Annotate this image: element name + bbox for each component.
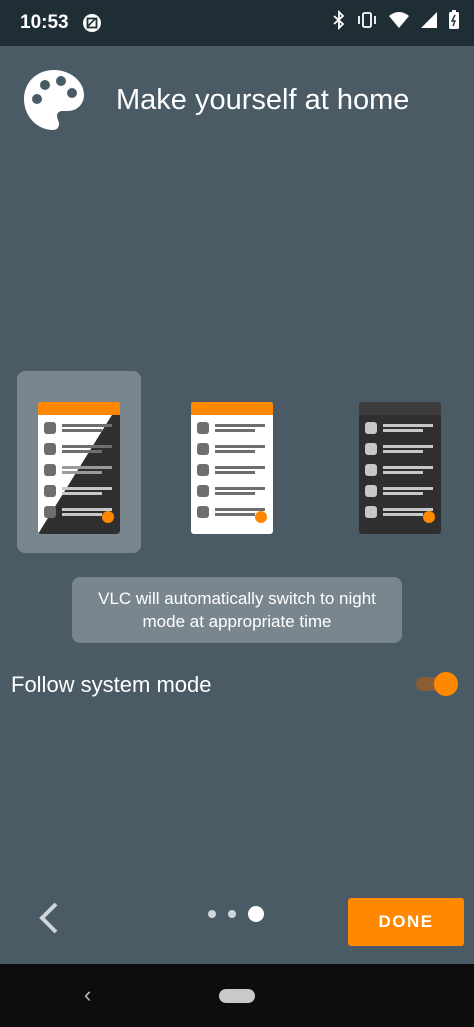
- night-mode-tooltip: VLC will automatically switch to night m…: [72, 577, 402, 643]
- status-bar: 10:53: [0, 0, 474, 46]
- follow-system-label: Follow system mode: [11, 672, 212, 697]
- done-button[interactable]: DONE: [348, 898, 464, 946]
- toggle-thumb: [434, 672, 458, 696]
- nav-home-pill[interactable]: [219, 989, 255, 1003]
- page-dot-3-active: [248, 906, 264, 922]
- page-indicator: [208, 906, 264, 922]
- tooltip-line-1: VLC will automatically switch to night: [98, 589, 376, 608]
- system-nav-bar: ‹: [0, 964, 474, 1027]
- status-time: 10:53: [20, 12, 69, 33]
- theme-preview-dark: [359, 402, 441, 534]
- page-dot-2: [228, 910, 236, 918]
- theme-option-auto[interactable]: [17, 371, 141, 553]
- theme-option-dark[interactable]: [338, 371, 462, 553]
- nav-back-icon[interactable]: ‹: [84, 982, 91, 1008]
- theme-preview-light: [191, 402, 273, 534]
- vibrate-icon: [356, 10, 378, 35]
- tooltip-line-2: mode at appropriate time: [142, 612, 332, 631]
- wifi-icon: [388, 11, 410, 34]
- back-button[interactable]: [30, 898, 70, 938]
- signal-icon: [420, 11, 438, 34]
- follow-system-toggle[interactable]: [416, 671, 462, 697]
- theme-preview-auto: [38, 402, 120, 534]
- screenshot-icon: [82, 13, 102, 38]
- page-dot-1: [208, 910, 216, 918]
- chevron-left-icon: [30, 902, 70, 942]
- bluetooth-icon: [332, 9, 346, 35]
- page-title: Make yourself at home: [116, 84, 410, 116]
- theme-option-light[interactable]: [170, 371, 294, 553]
- palette-icon: [22, 68, 86, 132]
- battery-icon: [448, 10, 460, 35]
